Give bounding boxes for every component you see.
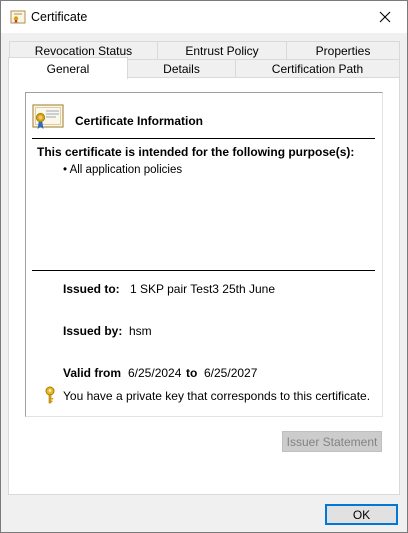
tab-properties[interactable]: Properties bbox=[286, 41, 400, 60]
certificate-dialog: Certificate Revocation Status Entrust Po… bbox=[0, 0, 408, 533]
window-title: Certificate bbox=[31, 10, 88, 24]
tab-label: Properties bbox=[315, 44, 371, 58]
issuer-statement-button[interactable]: Issuer Statement bbox=[282, 431, 382, 452]
tab-label: Details bbox=[163, 62, 200, 76]
certificate-information-header: Certificate Information bbox=[75, 114, 204, 128]
title-bar: Certificate bbox=[1, 1, 407, 33]
divider bbox=[32, 270, 375, 271]
certificate-icon bbox=[10, 9, 26, 25]
tab-label: Certification Path bbox=[271, 62, 364, 76]
valid-from-value: 6/25/2024 bbox=[128, 366, 182, 380]
tab-entrust-policy[interactable]: Entrust Policy bbox=[157, 41, 287, 60]
valid-to-value: 6/25/2027 bbox=[204, 366, 258, 380]
tab-details[interactable]: Details bbox=[127, 59, 236, 78]
general-tab-panel: Certificate Information This certificate… bbox=[8, 77, 400, 495]
valid-to-label: to bbox=[186, 366, 198, 380]
certificate-information-box: Certificate Information This certificate… bbox=[25, 92, 383, 417]
issued-to-label: Issued to: bbox=[63, 282, 120, 296]
private-key-notice: You have a private key that corresponds … bbox=[63, 389, 371, 403]
purpose-heading: This certificate is intended for the fol… bbox=[37, 145, 355, 159]
issued-by-label: Issued by: bbox=[63, 324, 123, 338]
issued-by-value: hsm bbox=[129, 324, 152, 338]
divider bbox=[32, 138, 375, 139]
tab-general[interactable]: General bbox=[8, 57, 128, 79]
ok-button[interactable]: OK bbox=[325, 504, 398, 525]
certificate-icon bbox=[32, 103, 64, 131]
tab-label: Entrust Policy bbox=[185, 44, 259, 58]
tab-certification-path[interactable]: Certification Path bbox=[235, 59, 400, 78]
issued-to-value: 1 SKP pair Test3 25th June bbox=[130, 282, 275, 296]
purpose-item: • All application policies bbox=[63, 164, 183, 176]
close-button[interactable] bbox=[363, 1, 407, 32]
close-icon bbox=[379, 11, 391, 22]
tab-label: Revocation Status bbox=[34, 44, 133, 58]
valid-from-label: Valid from bbox=[63, 366, 122, 380]
tab-label: General bbox=[46, 61, 90, 76]
key-icon bbox=[43, 386, 57, 404]
